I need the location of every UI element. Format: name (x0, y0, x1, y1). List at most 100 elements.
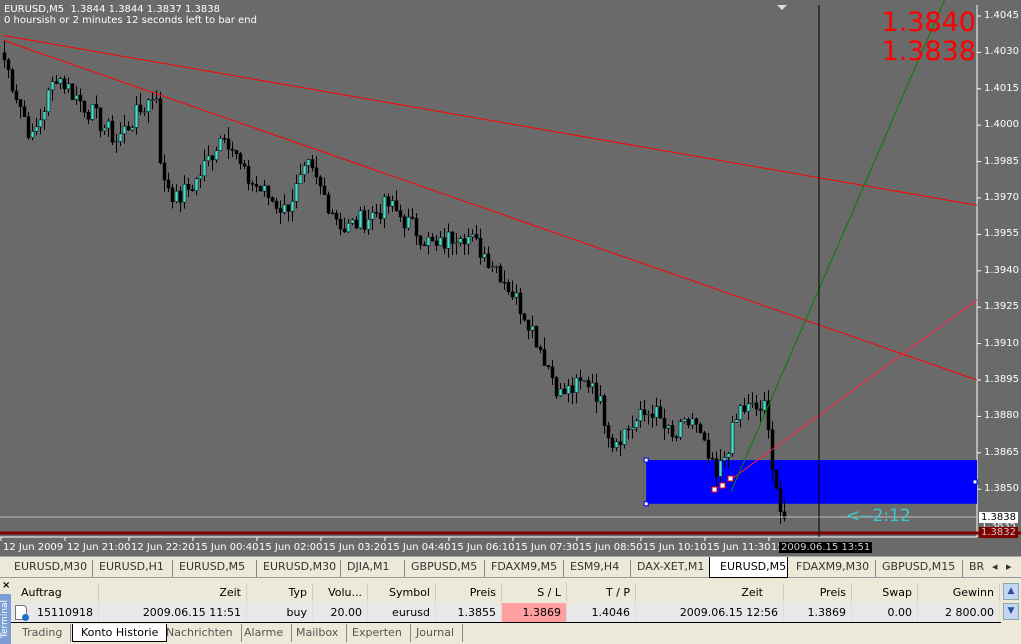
chart-tab[interactable]: ESM9,H4 (563, 560, 625, 577)
column-header[interactable]: Typ (247, 583, 313, 602)
order-document-icon (15, 605, 29, 621)
chart-tab[interactable]: EURUSD,M30 (8, 560, 93, 577)
chart-tab[interactable]: DJIA,M1 (340, 560, 395, 577)
bear-candle (210, 155, 215, 161)
time-tick-label: 15 Jun 04:40 (387, 542, 451, 553)
bear-candle (374, 211, 379, 214)
terminal-tab[interactable]: Konto Historie (72, 624, 168, 642)
column-header[interactable]: T / P (567, 583, 636, 602)
chart-tab[interactable]: EURUSD,M5 (172, 560, 251, 577)
crosshair-time-label: 2009.06.15 13:51 (779, 542, 873, 553)
bull-candle (582, 380, 587, 382)
bull-candle (682, 418, 687, 422)
scroll-up-button[interactable]: ▲ (1003, 583, 1019, 600)
close-icon[interactable]: × (2, 580, 10, 591)
column-header[interactable]: Gewinn (918, 583, 1000, 602)
scroll-down-button[interactable]: ▼ (1003, 603, 1019, 620)
scroll-right-icon[interactable]: ▸ (1006, 560, 1012, 577)
bull-candle (614, 441, 619, 448)
chart-tab[interactable]: EURUSD,H1 (92, 560, 170, 577)
bull-candle (294, 183, 299, 202)
bull-candle (302, 165, 307, 176)
table-cell: 20.00 (313, 603, 368, 622)
chart-tab[interactable]: EURUSD,M5 (709, 557, 788, 578)
bear-candle (190, 189, 195, 191)
bear-candle (686, 418, 691, 426)
bull-candle (574, 377, 579, 393)
bull-candle (366, 219, 371, 230)
bear-candle (10, 69, 15, 92)
terminal-tab[interactable]: Mailbox (288, 624, 348, 642)
price-chart[interactable]: EURUSD,M5 1.3844 1.3844 1.3837 1.3838 0 … (0, 0, 1021, 556)
bear-candle (674, 436, 679, 439)
bull-candle (202, 160, 207, 177)
table-cell: 2009.06.15 12:56 (636, 603, 784, 622)
column-header[interactable]: Preis (784, 583, 852, 602)
bull-candle (262, 185, 267, 192)
bear-candle (422, 244, 427, 247)
time-tick-label: 12 Jun 2009 (3, 542, 64, 553)
bear-candle (334, 212, 339, 220)
bull-candle (214, 150, 219, 161)
column-header[interactable]: Auftrag (11, 583, 99, 602)
bear-candle (250, 183, 255, 185)
bear-candle (238, 153, 243, 164)
bear-candle (554, 377, 559, 397)
chart-canvas[interactable] (0, 0, 1021, 556)
bull-candle (142, 111, 147, 113)
bull-candle (666, 425, 671, 429)
terminal-tab[interactable]: Trading (14, 624, 72, 642)
bear-candle (434, 240, 439, 246)
column-header[interactable]: Swap (852, 583, 918, 602)
bull-candle (718, 460, 723, 477)
table-cell: 0.00 (852, 603, 918, 622)
chart-tab[interactable]: GBPUSD,M5 (404, 560, 483, 577)
bull-candle (306, 159, 311, 166)
bull-candle (558, 388, 563, 397)
column-header[interactable]: Symbol (368, 583, 436, 602)
terminal-tab[interactable]: Nachrichten (158, 624, 242, 642)
bear-candle (610, 437, 615, 448)
bear-candle (562, 388, 567, 395)
chart-tab[interactable]: BR (962, 560, 990, 577)
bear-candle (94, 104, 99, 109)
bear-candle (430, 236, 435, 242)
table-cell: buy (247, 603, 313, 622)
bear-candle (670, 425, 675, 438)
bear-candle (742, 405, 747, 412)
column-header[interactable]: Volu... (313, 583, 368, 602)
chart-tab[interactable]: DAX-XET,M1 (630, 560, 710, 577)
bear-candle (394, 200, 399, 211)
terminal-tab[interactable]: Journal (408, 624, 464, 642)
bear-candle (442, 237, 447, 249)
bear-candle (518, 292, 523, 315)
bear-candle (414, 218, 419, 237)
column-header[interactable]: Zeit (99, 583, 247, 602)
bear-candle (534, 325, 539, 348)
bear-candle (162, 162, 167, 181)
column-header[interactable]: Preis (436, 583, 502, 602)
low-price-tag: 1.3832 (979, 527, 1018, 538)
chart-tab[interactable]: FDAXM9,M5 (484, 560, 563, 577)
chart-tab[interactable]: FDAXM9,M30 (790, 560, 875, 577)
bull-candle (514, 292, 519, 298)
column-header[interactable]: S / L (502, 583, 567, 602)
terminal-tab[interactable]: Experten (344, 624, 411, 642)
column-header[interactable]: Zeit (636, 583, 784, 602)
bull-candle (390, 200, 395, 207)
chart-tab[interactable]: EURUSD,M30 (256, 560, 342, 577)
time-tick-label: 15 Jun 02:00 (259, 542, 323, 553)
price-tick-label: 1.3895 (984, 374, 1019, 385)
bear-candle (418, 235, 423, 246)
bear-candle (286, 204, 291, 212)
bull-candle (122, 126, 127, 135)
chart-tab[interactable]: GBPUSD,M15 (875, 560, 961, 577)
bear-candle (538, 346, 543, 350)
terminal-tab[interactable]: Alarme (236, 624, 293, 642)
trade-marker (727, 475, 734, 482)
terminal-label: Terminal (0, 594, 11, 644)
bull-candle (154, 98, 159, 101)
scroll-left-icon[interactable]: ◂ (992, 560, 998, 577)
price-tick-label: 1.3940 (984, 264, 1019, 276)
time-tick-label: 15 Jun 08:50 (579, 542, 643, 553)
